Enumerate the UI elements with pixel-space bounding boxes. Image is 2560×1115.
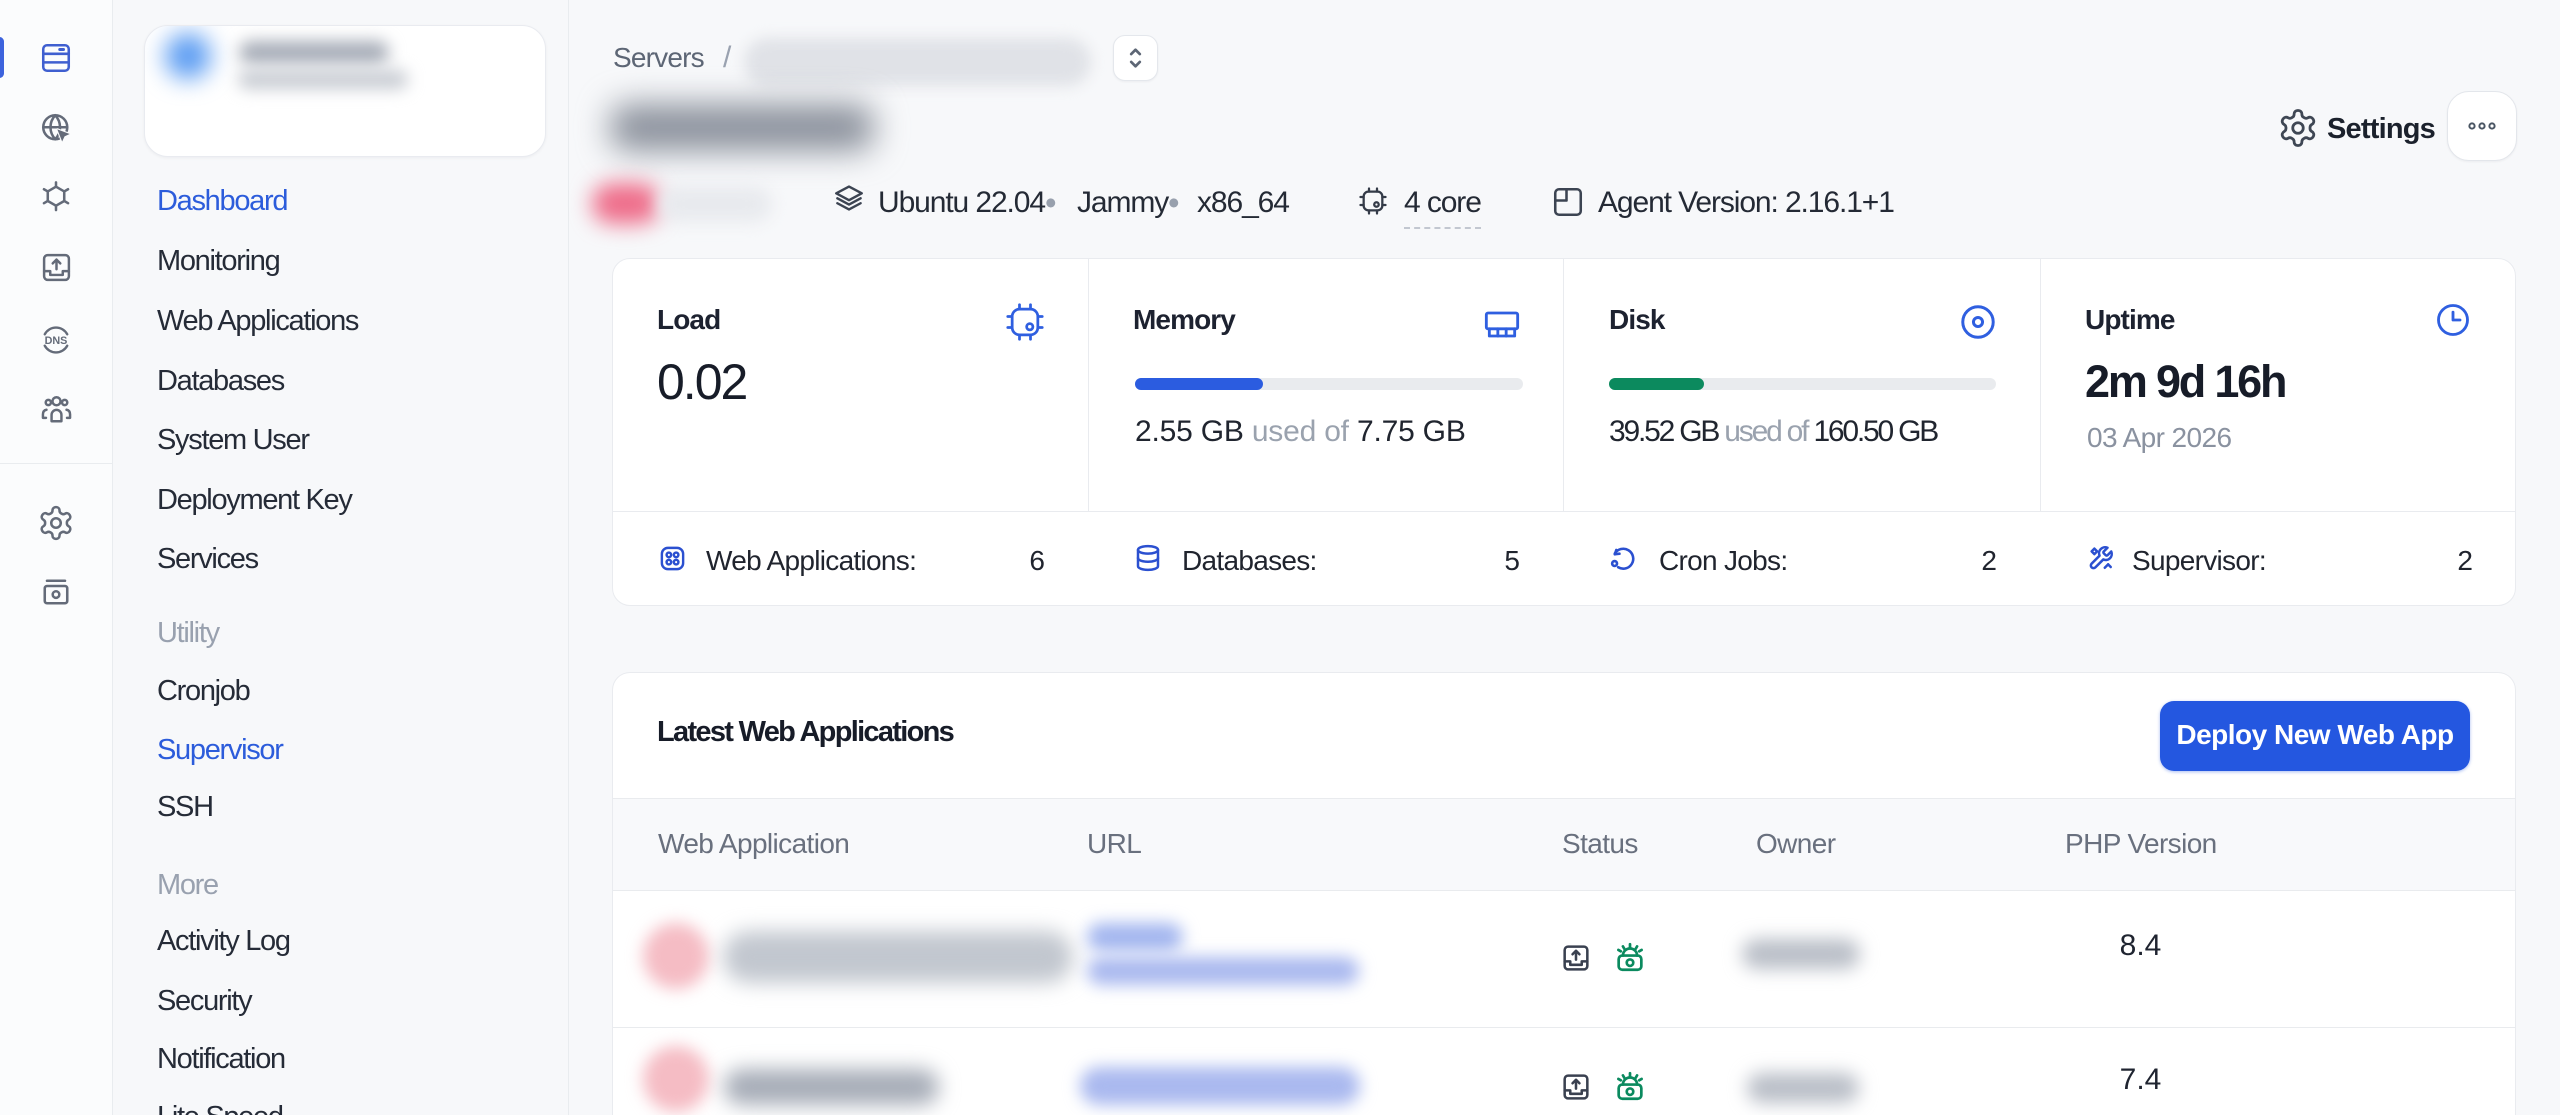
svg-text:DNS: DNS — [45, 335, 68, 347]
